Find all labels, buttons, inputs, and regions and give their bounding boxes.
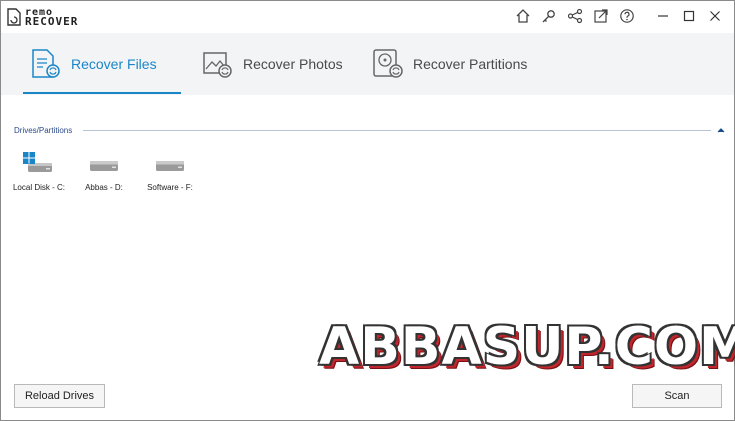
windows-drive-icon	[23, 152, 52, 172]
home-icon[interactable]	[510, 5, 536, 27]
section-divider	[83, 130, 711, 131]
recover-photos-icon	[203, 52, 232, 78]
scan-button[interactable]: Scan	[632, 384, 722, 408]
tab-recover-files-label: Recover Files	[71, 56, 157, 72]
tab-recover-partitions[interactable]: Recover Partitions	[371, 33, 527, 95]
drive-item[interactable]: Software - F:	[140, 151, 200, 192]
reload-drives-button[interactable]: Reload Drives	[14, 384, 105, 408]
help-icon[interactable]	[614, 5, 640, 27]
app-window: remo RECOVER Recover Files Recover Photo…	[0, 0, 735, 421]
logo-line2: RECOVER	[25, 15, 79, 28]
recover-partitions-icon	[373, 49, 403, 78]
export-icon[interactable]	[588, 5, 614, 27]
drive-item[interactable]: Abbas - D:	[74, 151, 134, 192]
maximize-icon[interactable]	[676, 5, 702, 27]
share-icon[interactable]	[562, 5, 588, 27]
drive-label: Software - F:	[147, 183, 193, 192]
tab-recover-partitions-label: Recover Partitions	[413, 56, 528, 72]
tab-recover-photos-label: Recover Photos	[243, 56, 343, 72]
drive-icon	[90, 161, 118, 171]
tab-recover-photos[interactable]: Recover Photos	[201, 33, 343, 95]
drive-label: Local Disk - C:	[12, 183, 65, 192]
section-title: Drives/Partitions	[14, 126, 73, 135]
drive-label: Abbas - D:	[85, 183, 123, 192]
recover-files-icon	[32, 49, 60, 78]
tab-recover-files[interactable]: Recover Files	[29, 33, 157, 95]
close-icon[interactable]	[702, 5, 728, 27]
drive-icon	[156, 161, 184, 171]
active-tab-indicator	[23, 92, 181, 94]
watermark: ABBASUP.COM	[319, 317, 735, 377]
chevron-up-icon[interactable]	[716, 125, 726, 135]
key-icon[interactable]	[536, 5, 562, 27]
logo-icon	[7, 8, 21, 26]
app-logo: remo RECOVER	[7, 7, 78, 27]
minimize-icon[interactable]	[650, 5, 676, 27]
titlebar-actions	[510, 5, 728, 27]
tab-bar: Recover Files Recover Photos Recover Par…	[1, 33, 734, 95]
title-bar: remo RECOVER	[1, 1, 734, 33]
drive-item[interactable]: Local Disk - C:	[9, 151, 69, 192]
